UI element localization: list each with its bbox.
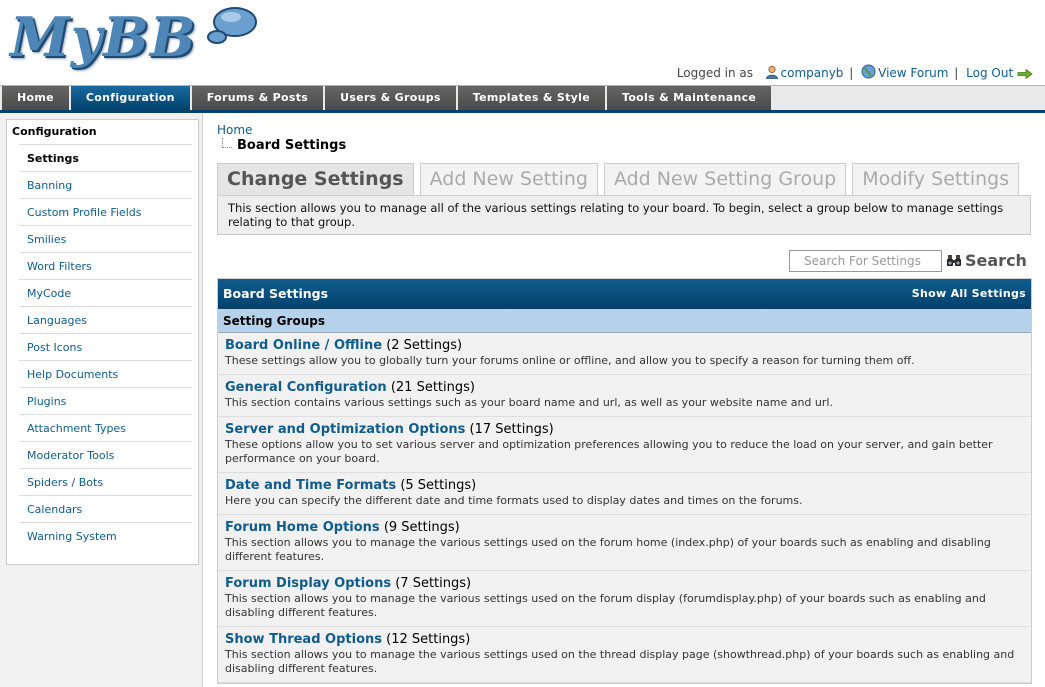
setting-group-link[interactable]: General Configuration bbox=[225, 380, 387, 395]
search-button-label: Search bbox=[965, 251, 1027, 270]
mybb-logo[interactable]: MyBB bbox=[10, 3, 257, 73]
menu-users-groups[interactable]: Users & Groups bbox=[325, 86, 458, 110]
show-all-settings-link[interactable]: Show All Settings bbox=[912, 287, 1026, 300]
setting-group-description: These options allow you to set various s… bbox=[225, 438, 993, 465]
sidebar-item-banning[interactable]: Banning bbox=[19, 171, 192, 198]
setting-group-row: General Configuration (21 Settings) This… bbox=[218, 375, 1031, 417]
username-link[interactable]: companyb bbox=[781, 66, 844, 80]
sidebar-item-warning-system[interactable]: Warning System bbox=[19, 522, 192, 549]
breadcrumb-home-link[interactable]: Home bbox=[217, 123, 252, 137]
setting-group-row: Show Thread Options (12 Settings) This s… bbox=[218, 627, 1031, 683]
binoculars-icon bbox=[947, 255, 961, 266]
logo-text: MyBB bbox=[10, 5, 197, 69]
setting-group-row: Server and Optimization Options (17 Sett… bbox=[218, 417, 1031, 473]
sidebar-item-custom-profile-fields[interactable]: Custom Profile Fields bbox=[19, 198, 192, 225]
tab-modify-settings[interactable]: Modify Settings bbox=[852, 163, 1020, 196]
setting-count: (9 Settings) bbox=[383, 520, 460, 535]
sidebar-item-plugins[interactable]: Plugins bbox=[19, 387, 192, 414]
setting-count: (17 Settings) bbox=[469, 422, 554, 437]
logged-in-label: Logged in as bbox=[676, 66, 754, 80]
setting-group-description: Here you can specify the different date … bbox=[225, 494, 803, 507]
setting-count: (21 Settings) bbox=[390, 380, 475, 395]
setting-count: (12 Settings) bbox=[386, 632, 471, 647]
tab-description: This section allows you to manage all of… bbox=[217, 195, 1031, 235]
table-header: Board Settings Show All Settings bbox=[218, 279, 1031, 309]
sidebar-item-smilies[interactable]: Smilies bbox=[19, 225, 192, 252]
search-button[interactable]: Search bbox=[947, 251, 1027, 271]
view-forum-link[interactable]: View Forum bbox=[878, 66, 948, 80]
setting-group-link[interactable]: Forum Display Options bbox=[225, 576, 391, 591]
sidebar-item-calendars[interactable]: Calendars bbox=[19, 495, 192, 522]
sidebar-item-word-filters[interactable]: Word Filters bbox=[19, 252, 192, 279]
arrow-right-icon bbox=[1017, 69, 1033, 79]
breadcrumb: Home Board Settings bbox=[217, 123, 346, 153]
search-input[interactable] bbox=[789, 250, 942, 272]
menu-configuration[interactable]: Configuration bbox=[70, 86, 192, 110]
setting-group-link[interactable]: Show Thread Options bbox=[225, 632, 382, 647]
header: MyBB Logged in as companyb | View Forum … bbox=[0, 0, 1045, 86]
setting-group-description: This section allows you to manage the va… bbox=[225, 592, 986, 619]
tab-add-new-setting-group[interactable]: Add New Setting Group bbox=[603, 163, 847, 196]
settings-search: Search bbox=[789, 250, 1032, 272]
menu-forums-posts[interactable]: Forums & Posts bbox=[191, 86, 326, 110]
setting-group-row: Forum Display Options (7 Settings) This … bbox=[218, 571, 1031, 627]
setting-group-description: These settings allow you to globally tur… bbox=[225, 354, 915, 367]
sidebar-item-moderator-tools[interactable]: Moderator Tools bbox=[19, 441, 192, 468]
setting-groups-heading: Setting Groups bbox=[218, 309, 1031, 333]
speech-bubble-icon bbox=[207, 7, 257, 44]
sidebar-nav: Configuration Settings Banning Custom Pr… bbox=[6, 119, 199, 565]
menu-home[interactable]: Home bbox=[2, 86, 71, 110]
sidebar-item-help-documents[interactable]: Help Documents bbox=[19, 360, 192, 387]
sidebar-item-languages[interactable]: Languages bbox=[19, 306, 192, 333]
setting-group-link[interactable]: Server and Optimization Options bbox=[225, 422, 465, 437]
setting-group-link[interactable]: Forum Home Options bbox=[225, 520, 380, 535]
table-title: Board Settings bbox=[223, 286, 329, 301]
setting-group-row: Board Online / Offline (2 Settings) Thes… bbox=[218, 333, 1031, 375]
menu-tools-maintenance[interactable]: Tools & Maintenance bbox=[606, 86, 774, 110]
welcome-bar: Logged in as companyb | View Forum | Log… bbox=[677, 64, 1035, 80]
setting-count: (2 Settings) bbox=[386, 338, 463, 353]
tab-change-settings[interactable]: Change Settings bbox=[217, 163, 414, 196]
setting-group-description: This section contains various settings s… bbox=[225, 396, 833, 409]
setting-group-link[interactable]: Board Online / Offline bbox=[225, 338, 382, 353]
globe-icon bbox=[861, 64, 876, 79]
breadcrumb-current: Board Settings bbox=[237, 138, 347, 153]
sidebar-item-spiders-bots[interactable]: Spiders / Bots bbox=[19, 468, 192, 495]
main-menu: Home Configuration Forums & Posts Users … bbox=[0, 86, 1045, 113]
sidebar-item-mycode[interactable]: MyCode bbox=[19, 279, 192, 306]
setting-group-link[interactable]: Date and Time Formats bbox=[225, 478, 396, 493]
breadcrumb-tree-line bbox=[222, 138, 232, 148]
sidebar-item-attachment-types[interactable]: Attachment Types bbox=[19, 414, 192, 441]
setting-count: (5 Settings) bbox=[400, 478, 477, 493]
sidebar: Configuration Settings Banning Custom Pr… bbox=[0, 113, 203, 687]
setting-group-description: This section allows you to manage the va… bbox=[225, 648, 1015, 675]
menu-templates-style[interactable]: Templates & Style bbox=[457, 86, 607, 110]
sidebar-item-post-icons[interactable]: Post Icons bbox=[19, 333, 192, 360]
setting-group-row: Date and Time Formats (5 Settings) Here … bbox=[218, 473, 1031, 515]
logout-link[interactable]: Log Out bbox=[966, 66, 1013, 80]
sidebar-item-settings[interactable]: Settings bbox=[19, 144, 192, 171]
tab-add-new-setting[interactable]: Add New Setting bbox=[419, 163, 598, 196]
setting-group-row: Forum Home Options (9 Settings) This sec… bbox=[218, 515, 1031, 571]
sidebar-title: Configuration bbox=[12, 125, 97, 138]
user-icon bbox=[765, 65, 778, 79]
setting-count: (7 Settings) bbox=[395, 576, 472, 591]
board-settings-table: Board Settings Show All Settings Setting… bbox=[217, 278, 1032, 684]
setting-group-description: This section allows you to manage the va… bbox=[225, 536, 991, 563]
tab-bar: Change Settings Add New Setting Add New … bbox=[217, 163, 1025, 196]
